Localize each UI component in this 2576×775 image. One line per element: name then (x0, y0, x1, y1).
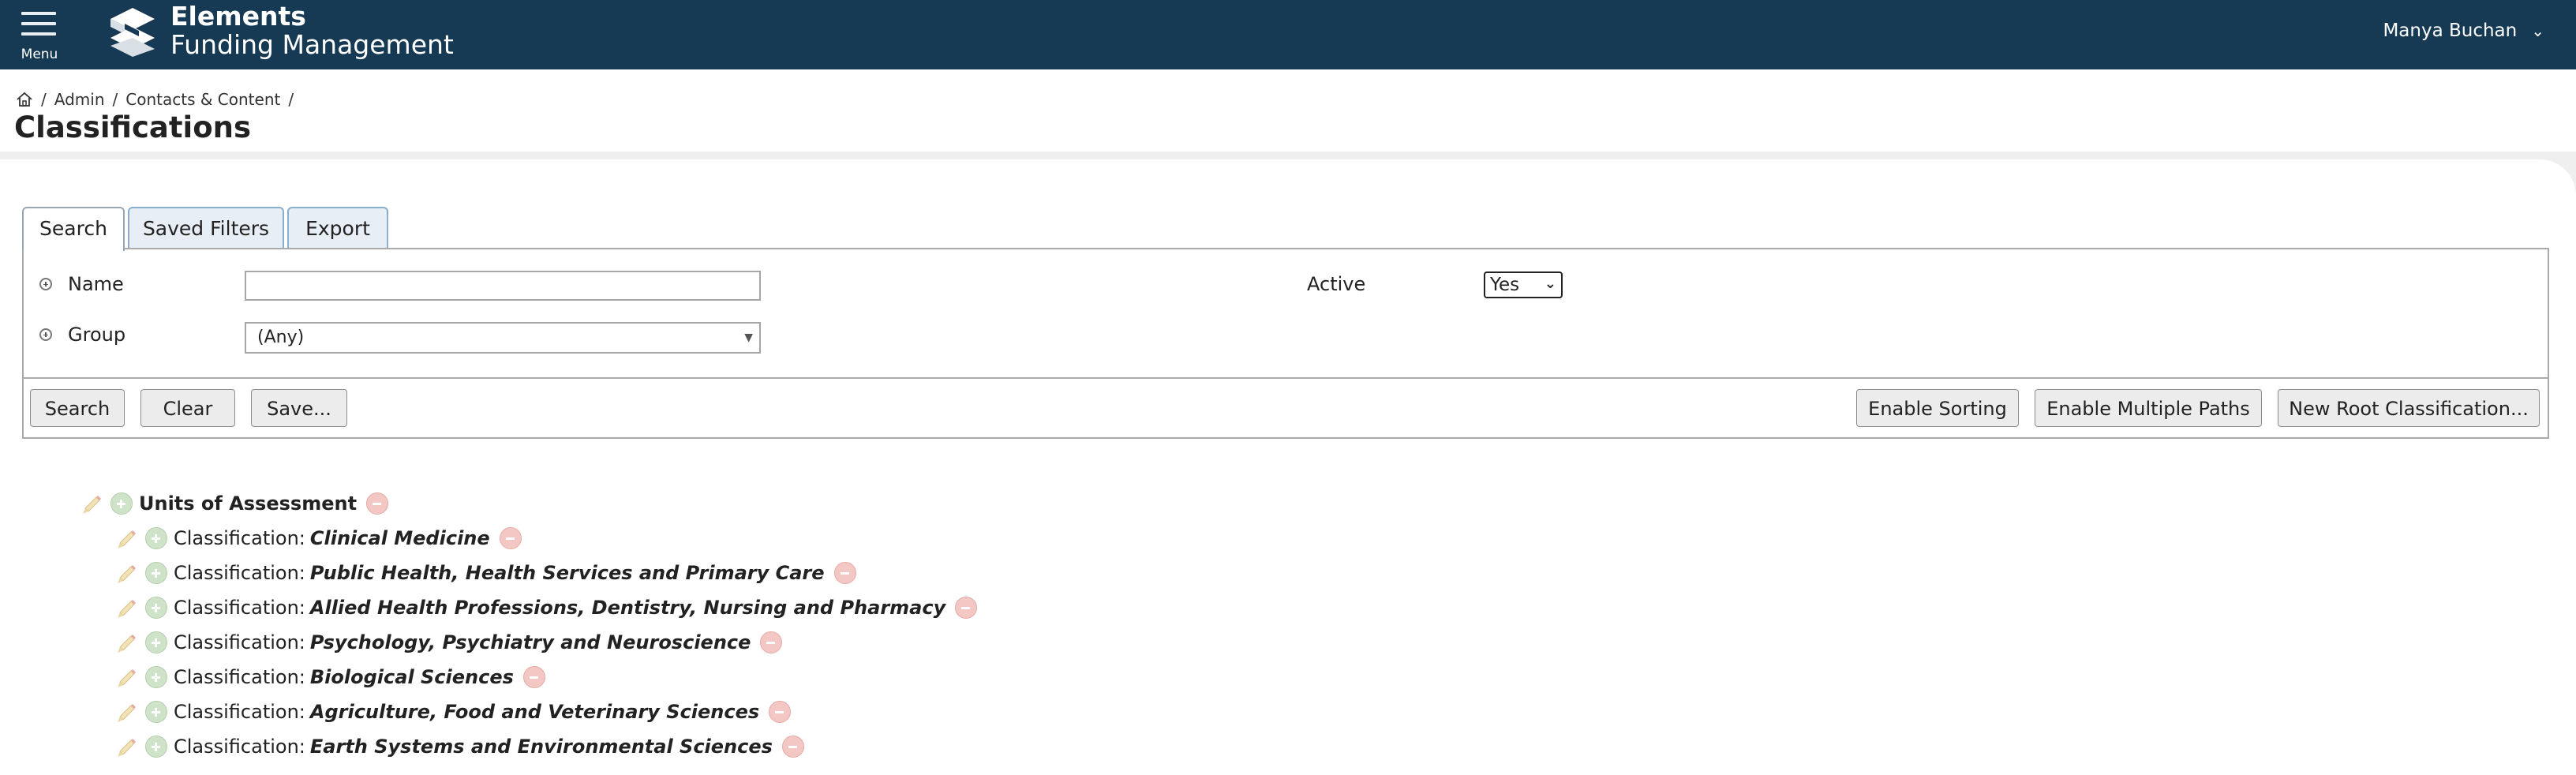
add-icon[interactable] (145, 527, 167, 549)
tree-child-row: Classification: Earth Systems and Enviro… (114, 731, 804, 762)
group-select[interactable]: (Any) ▼ (245, 322, 761, 354)
add-icon[interactable] (145, 736, 167, 758)
main-content: Search Saved Filters Export Name Active … (0, 159, 2576, 775)
new-root-classification-button[interactable]: New Root Classification... (2278, 389, 2540, 427)
remove-icon[interactable] (499, 527, 522, 549)
save-button[interactable]: Save... (251, 389, 347, 427)
tree-root-label[interactable]: Units of Assessment (139, 492, 357, 515)
add-icon[interactable] (110, 492, 133, 515)
group-filter-label: Group (68, 324, 126, 346)
remove-icon[interactable] (522, 666, 545, 688)
name-filter-label: Name (68, 273, 124, 295)
pencil-icon[interactable] (114, 526, 139, 551)
classification-prefix: Classification: (174, 666, 305, 688)
add-icon[interactable] (145, 701, 167, 723)
classification-prefix: Classification: (174, 736, 305, 758)
page-header: / Admin / Contacts & Content / Classific… (0, 69, 2576, 152)
active-filter-label: Active (1307, 273, 1366, 295)
caret-down-icon: ▼ (744, 331, 753, 344)
tab-export[interactable]: Export (287, 207, 388, 249)
top-bar: Menu Elements Funding Management Manya B… (0, 0, 2576, 69)
tab-saved-filters[interactable]: Saved Filters (128, 207, 284, 249)
user-menu[interactable]: Manya Buchan ⌄ (2383, 21, 2544, 41)
remove-icon[interactable] (955, 597, 978, 619)
classification-prefix: Classification: (174, 562, 305, 584)
add-icon[interactable] (145, 597, 167, 619)
active-select[interactable]: Yes ⌄ (1484, 271, 1563, 298)
clear-button[interactable]: Clear (140, 389, 235, 427)
menu-label: Menu (21, 47, 58, 62)
expand-filter-icon[interactable] (39, 328, 52, 341)
chevron-down-icon: ⌄ (2531, 21, 2544, 40)
breadcrumb-contacts-content[interactable]: Contacts & Content (125, 90, 280, 109)
tree-child-row: Classification: Public Health, Health Se… (114, 557, 856, 589)
tree-child-row: Classification: Biological Sciences (114, 661, 545, 693)
tree-child-row: Classification: Agriculture, Food and Ve… (114, 696, 792, 728)
active-select-value: Yes (1490, 275, 1520, 295)
pencil-icon[interactable] (114, 734, 139, 759)
classification-name[interactable]: Psychology, Psychiatry and Neuroscience (310, 631, 751, 653)
remove-icon[interactable] (760, 631, 783, 653)
user-name: Manya Buchan (2383, 21, 2518, 41)
pencil-icon[interactable] (114, 560, 139, 586)
remove-icon[interactable] (833, 562, 856, 584)
enable-multiple-paths-button[interactable]: Enable Multiple Paths (2035, 389, 2262, 427)
search-panel: Name Active Yes ⌄ Group (Any) ▼ Search C… (22, 248, 2549, 439)
pencil-icon[interactable] (79, 491, 104, 516)
add-icon[interactable] (145, 631, 167, 653)
classification-name[interactable]: Agriculture, Food and Veterinary Science… (310, 701, 759, 723)
menu-button[interactable]: Menu (17, 8, 62, 62)
classification-name[interactable]: Clinical Medicine (310, 527, 490, 549)
breadcrumb-admin[interactable]: Admin (54, 90, 105, 109)
elements-logo (110, 8, 155, 57)
pencil-icon[interactable] (114, 595, 139, 620)
remove-icon[interactable] (366, 492, 389, 515)
classification-name[interactable]: Earth Systems and Environmental Sciences (310, 736, 773, 758)
tree-child-row: Classification: Psychology, Psychiatry a… (114, 627, 783, 658)
expand-filter-icon[interactable] (39, 278, 52, 290)
page-title: Classifications (14, 110, 252, 144)
enable-sorting-button[interactable]: Enable Sorting (1856, 389, 2019, 427)
panel-divider (24, 377, 2548, 379)
remove-icon[interactable] (781, 736, 804, 758)
add-icon[interactable] (145, 562, 167, 584)
name-input[interactable] (245, 271, 761, 301)
menu-icon-bar (21, 32, 56, 36)
menu-icon (21, 12, 56, 15)
classification-name[interactable]: Biological Sciences (310, 666, 514, 688)
breadcrumb-separator: / (41, 90, 47, 109)
search-button[interactable]: Search (30, 389, 125, 427)
breadcrumb: / Admin / Contacts & Content / (16, 90, 301, 109)
classification-prefix: Classification: (174, 597, 305, 619)
tab-search[interactable]: Search (22, 207, 125, 251)
pencil-icon[interactable] (114, 665, 139, 690)
app-subtitle: Funding Management (170, 29, 454, 60)
tree-root-row: Units of Assessment (79, 488, 389, 519)
classification-name[interactable]: Allied Health Professions, Dentistry, Nu… (310, 597, 945, 619)
home-icon[interactable] (16, 91, 33, 108)
tree-child-row: Classification: Clinical Medicine (114, 522, 522, 554)
breadcrumb-separator: / (288, 90, 294, 109)
chevron-down-icon: ⌄ (1544, 275, 1556, 292)
pencil-icon[interactable] (114, 699, 139, 724)
classification-prefix: Classification: (174, 631, 305, 653)
tree-child-row: Classification: Allied Health Profession… (114, 592, 978, 623)
breadcrumb-separator: / (112, 90, 118, 109)
classification-prefix: Classification: (174, 527, 305, 549)
group-select-value: (Any) (257, 328, 305, 347)
classification-name[interactable]: Public Health, Health Services and Prima… (310, 562, 825, 584)
pencil-icon[interactable] (114, 630, 139, 655)
menu-icon-bar (21, 22, 56, 25)
add-icon[interactable] (145, 666, 167, 688)
remove-icon[interactable] (769, 701, 792, 723)
classification-prefix: Classification: (174, 701, 305, 723)
